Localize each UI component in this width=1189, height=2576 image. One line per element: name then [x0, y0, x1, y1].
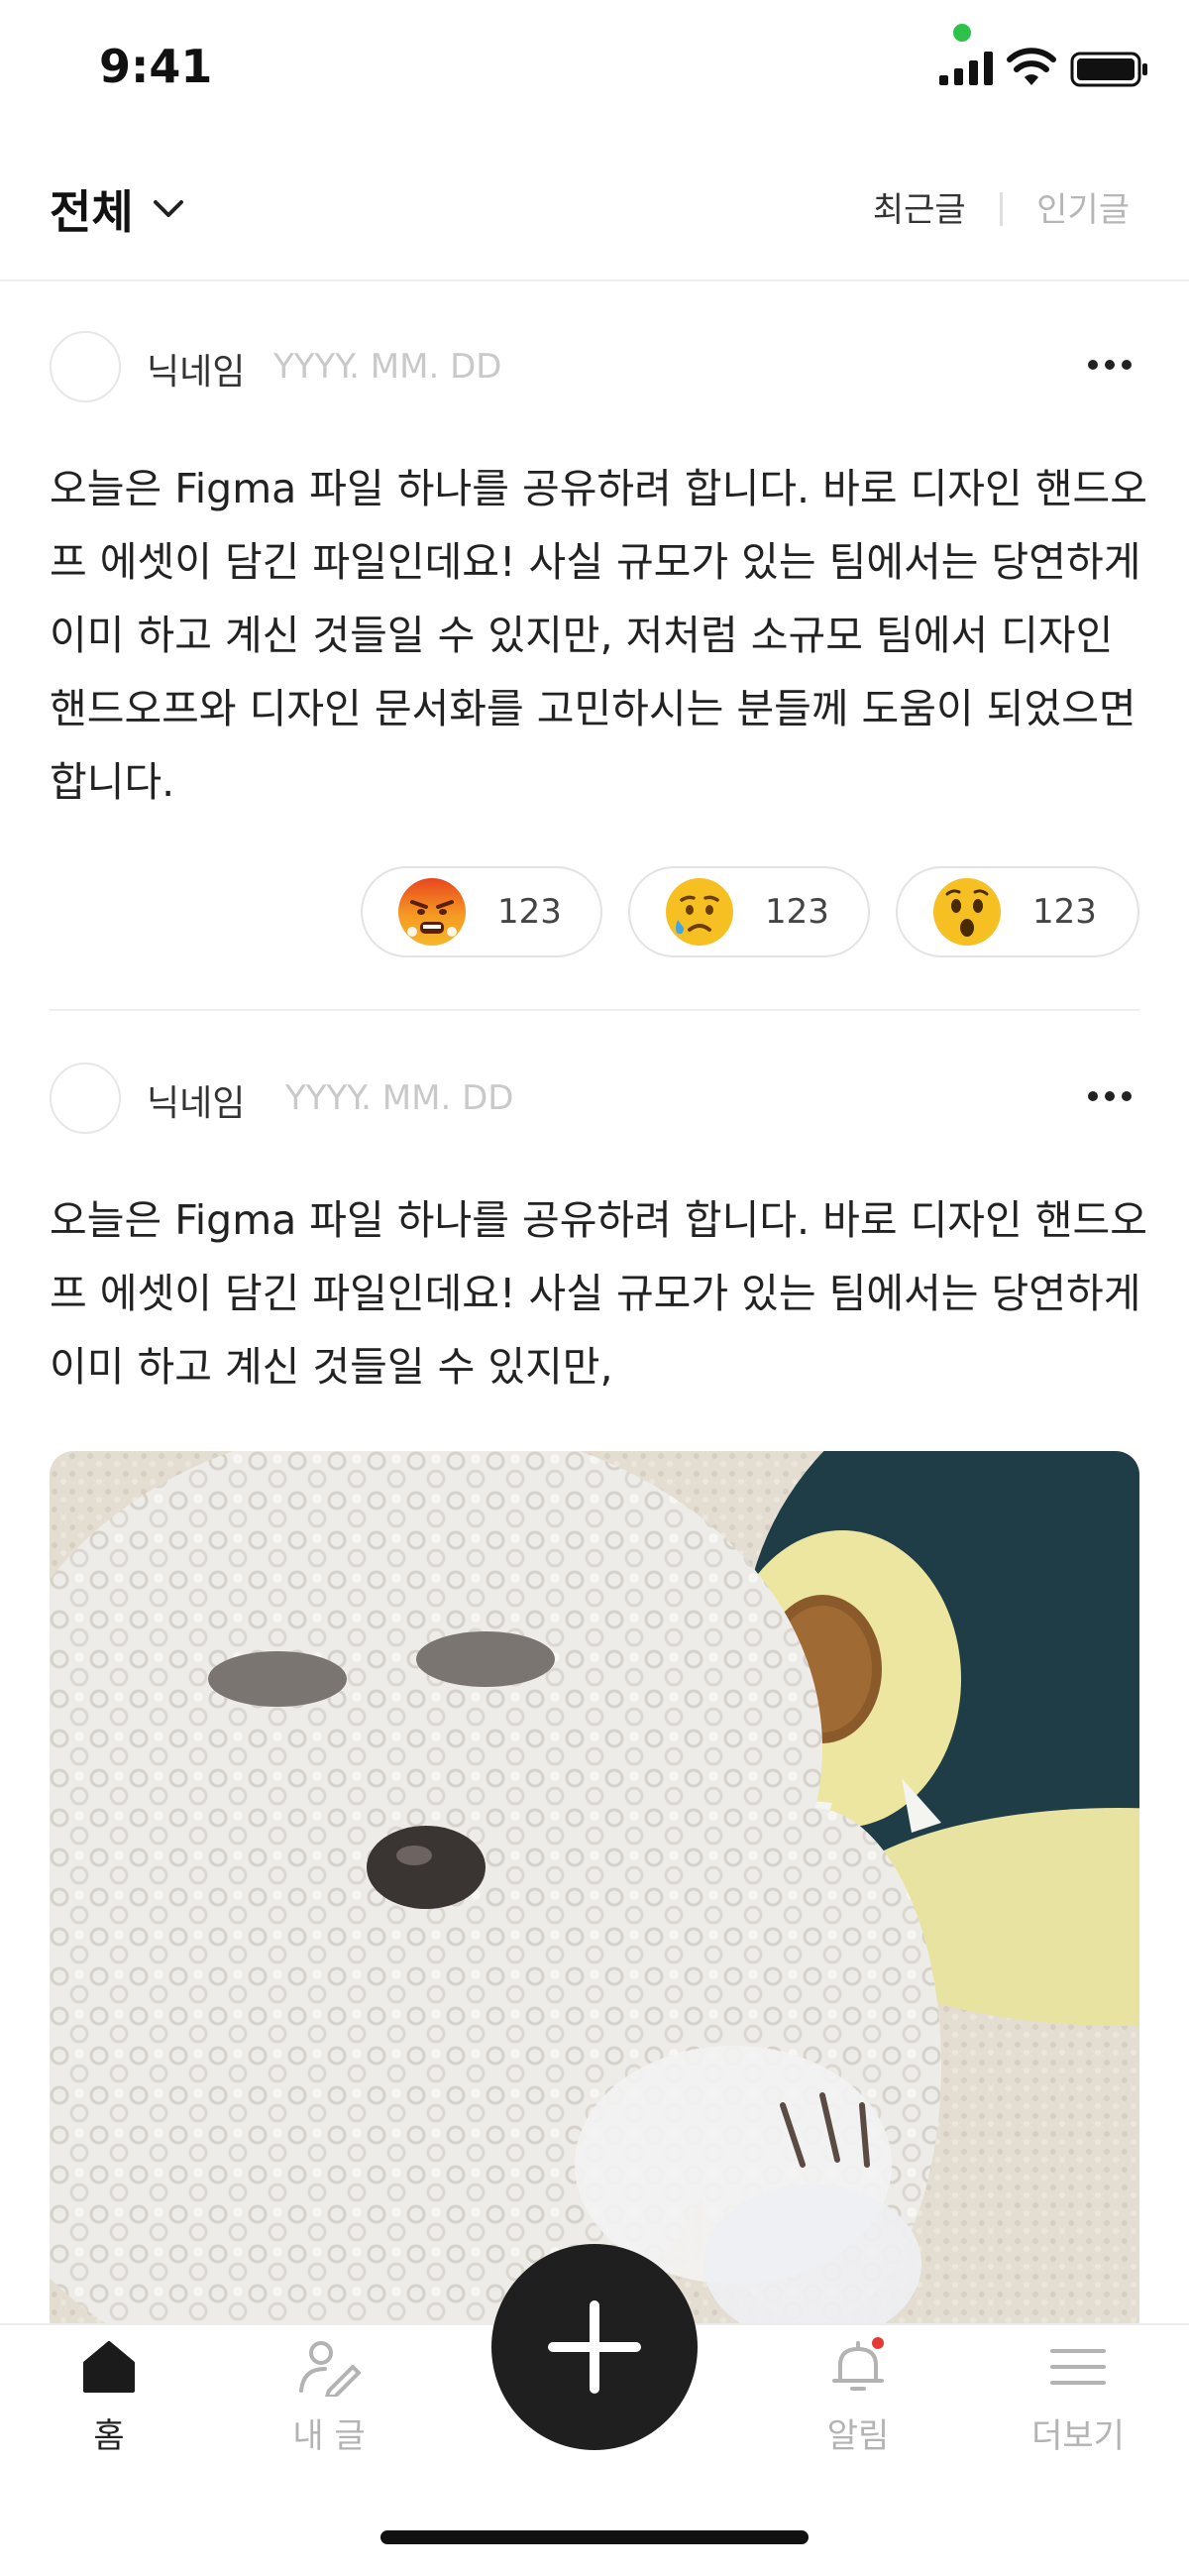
category-filter-label: 전체: [50, 185, 134, 239]
avatar[interactable]: [50, 331, 121, 402]
cellular-signal-icon: [939, 52, 993, 85]
reaction-sad-button[interactable]: 123: [628, 866, 870, 957]
sort-toggle: 최근글 | 인기글: [873, 182, 1130, 231]
write-post-button[interactable]: [491, 2244, 698, 2450]
sort-divider: |: [995, 186, 1008, 227]
nav-home-label: 홈: [93, 2416, 125, 2456]
more-options-icon[interactable]: [1080, 1076, 1139, 1116]
reaction-count: 123: [497, 892, 562, 932]
post-body-text: 오늘은 Figma 파일 하나를 공유하려 합니다. 바로 디자인 핸드오프 에…: [50, 1196, 1147, 1391]
post-body-text: 오늘은 Figma 파일 하나를 공유하려 합니다. 바로 디자인 핸드오프 에…: [50, 465, 1147, 806]
avatar[interactable]: [50, 1063, 121, 1134]
battery-icon: [1070, 52, 1147, 87]
nav-home[interactable]: 홈: [40, 2337, 178, 2457]
reaction-surprised-button[interactable]: 123: [896, 866, 1139, 957]
crying-face-icon: [666, 878, 733, 946]
post-nickname[interactable]: 닉네임: [147, 1074, 245, 1126]
nav-more-label: 더보기: [1031, 2416, 1125, 2456]
nav-my-posts-label: 내 글: [292, 2416, 366, 2456]
angry-face-icon: [398, 878, 466, 946]
reaction-angry-button[interactable]: 123: [361, 866, 602, 957]
plus-icon: [548, 2300, 641, 2394]
menu-icon: [1050, 2349, 1106, 2385]
notification-dot: [872, 2337, 884, 2349]
home-icon: [83, 2341, 135, 2393]
post-divider: [50, 1009, 1139, 1011]
status-time: 9:41: [99, 40, 213, 93]
chevron-down-icon: [153, 200, 183, 217]
sort-recent-tab[interactable]: 최근글: [873, 182, 966, 231]
post-nickname[interactable]: 닉네임: [147, 343, 245, 394]
nav-alerts-label: 알림: [826, 2416, 890, 2456]
sort-popular-tab[interactable]: 인기글: [1036, 182, 1130, 231]
nav-alerts[interactable]: 알림: [789, 2337, 927, 2457]
bell-icon: [832, 2337, 884, 2391]
wifi-icon: [1007, 48, 1056, 85]
my-posts-icon: [299, 2341, 361, 2397]
surprised-face-icon: [933, 878, 1001, 946]
privacy-indicator-dot: [953, 24, 971, 42]
post-photo[interactable]: [50, 1451, 1139, 2343]
post-date: YYYY. MM. DD: [285, 1078, 514, 1118]
post-date: YYYY. MM. DD: [273, 347, 502, 387]
more-options-icon[interactable]: [1080, 345, 1139, 385]
reaction-count: 123: [1032, 892, 1097, 932]
category-filter-dropdown[interactable]: 전체: [50, 176, 185, 242]
header-divider: [0, 280, 1189, 281]
reaction-count: 123: [765, 892, 829, 932]
nav-more[interactable]: 더보기: [1009, 2337, 1147, 2457]
nav-my-posts[interactable]: 내 글: [260, 2337, 398, 2457]
home-indicator: [380, 2530, 809, 2544]
